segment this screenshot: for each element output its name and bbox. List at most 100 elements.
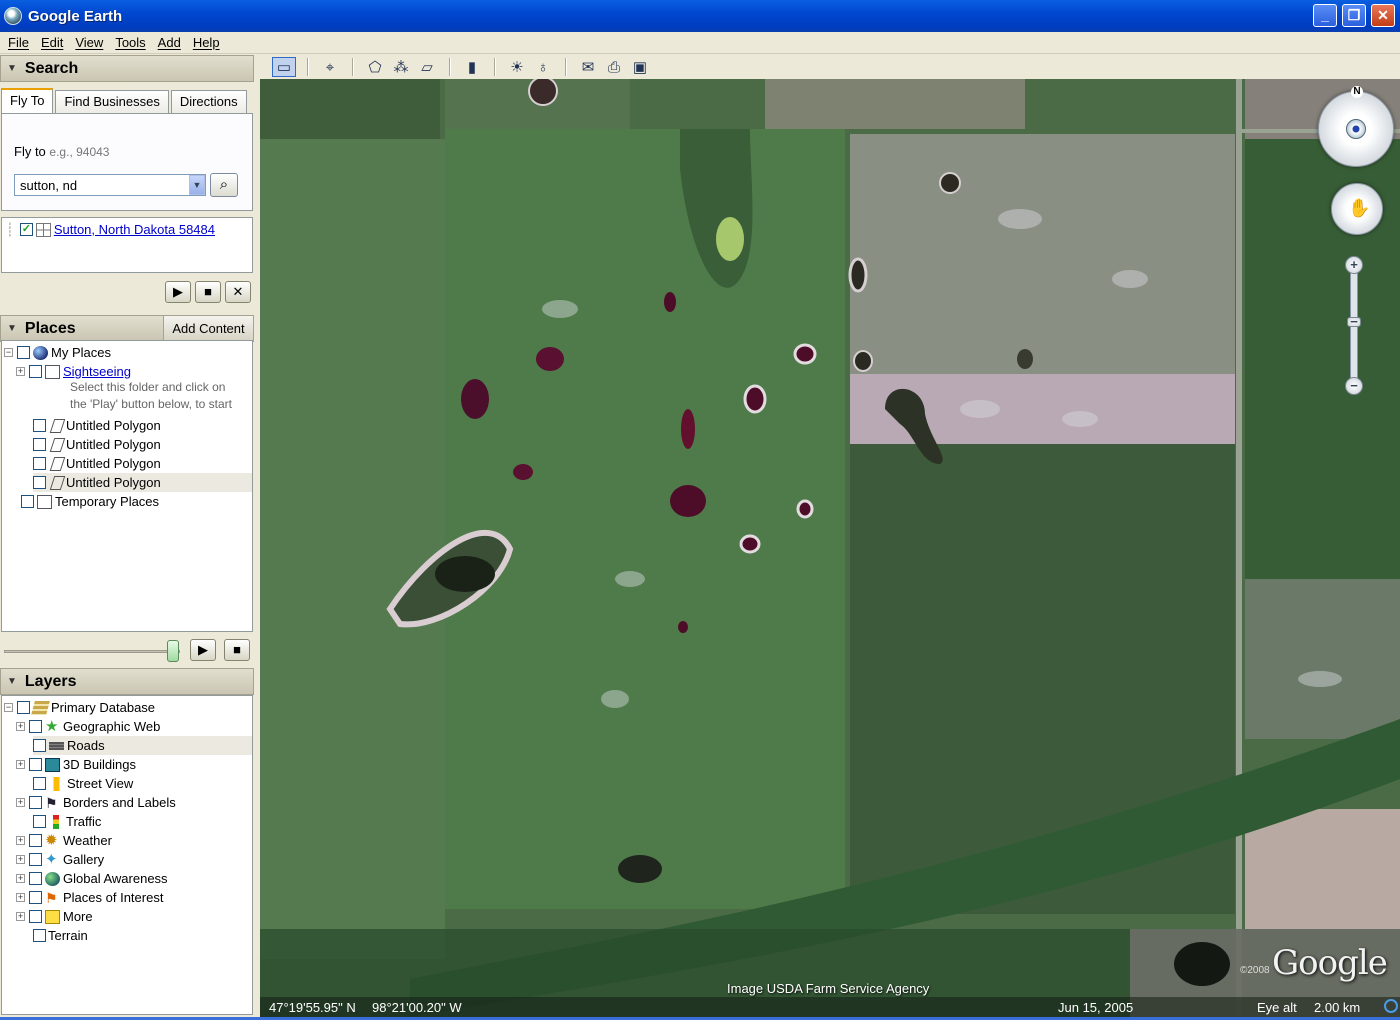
checkbox[interactable] (33, 476, 46, 489)
checkbox[interactable] (21, 495, 34, 508)
checkbox[interactable] (29, 796, 42, 809)
layer-roads[interactable]: Roads (33, 736, 252, 755)
checkbox[interactable] (29, 720, 42, 733)
minimize-button[interactable]: _ (1313, 4, 1337, 27)
add-placemark-icon[interactable]: ⌖ (319, 57, 341, 77)
menu-view[interactable]: View (75, 35, 103, 50)
checkbox[interactable] (33, 777, 46, 790)
checkbox[interactable] (29, 834, 42, 847)
expand-toggle-icon[interactable]: + (16, 367, 25, 376)
email-icon[interactable]: ✉ (577, 57, 599, 77)
planet-icon[interactable]: ♁ (532, 57, 554, 77)
layer-more[interactable]: + More (16, 907, 93, 926)
zoom-slider-thumb[interactable]: − (1347, 315, 1361, 328)
add-overlay-icon[interactable]: ▱ (416, 57, 438, 77)
tour-slider-thumb[interactable] (167, 640, 179, 662)
tour-slider-track[interactable] (4, 650, 180, 653)
layer-weather[interactable]: + ✹ Weather (16, 831, 112, 850)
menu-help[interactable]: Help (193, 35, 220, 50)
checkbox[interactable] (33, 438, 46, 451)
checkbox[interactable] (33, 419, 46, 432)
tour-stop-button[interactable]: ■ (224, 639, 250, 661)
expand-toggle-icon[interactable]: + (16, 874, 25, 883)
tree-item-my-places[interactable]: − My Places (4, 343, 111, 362)
tab-fly-to[interactable]: Fly To (1, 88, 54, 113)
checkbox[interactable] (29, 872, 42, 885)
stop-button[interactable]: ■ (195, 281, 221, 303)
look-navigator[interactable]: N (1318, 86, 1394, 167)
checkbox[interactable] (29, 910, 42, 923)
tab-find-businesses[interactable]: Find Businesses (55, 90, 169, 113)
checkbox[interactable] (29, 365, 42, 378)
search-panel-header[interactable]: ▼ Search (0, 55, 254, 82)
sightseeing-link[interactable]: Sightseeing (63, 364, 131, 379)
layer-places-of-interest[interactable]: + ⚑ Places of Interest (16, 888, 163, 907)
tree-item-label: Gallery (63, 852, 105, 867)
collapse-toggle-icon[interactable]: − (4, 348, 13, 357)
tree-item-polygon[interactable]: Untitled Polygon (33, 435, 161, 454)
checkbox[interactable] (33, 815, 46, 828)
tab-directions[interactable]: Directions (170, 90, 247, 113)
result-checkbox[interactable]: ✓ (19, 223, 33, 236)
expand-toggle-icon[interactable]: + (16, 893, 25, 902)
zoom-out-button[interactable]: − (1345, 377, 1363, 395)
clear-results-button[interactable]: ✕ (225, 281, 251, 303)
expand-toggle-icon[interactable]: + (16, 836, 25, 845)
checkbox[interactable] (33, 929, 46, 942)
layers-panel-header[interactable]: ▼ Layers (0, 668, 254, 695)
tree-item-polygon[interactable]: Untitled Polygon (33, 473, 252, 492)
tree-item-polygon[interactable]: Untitled Polygon (33, 416, 161, 435)
map-view[interactable]: N ✋ + − − Image USDA Farm Service Agency… (260, 79, 1400, 1017)
checkbox[interactable] (29, 891, 42, 904)
layer-gallery[interactable]: + ✦ Gallery (16, 850, 104, 869)
result-link[interactable]: Sutton, North Dakota 58484 (54, 222, 215, 237)
checkbox[interactable] (17, 346, 30, 359)
layer-borders-and-labels[interactable]: + ⚑ Borders and Labels (16, 793, 176, 812)
expand-toggle-icon[interactable]: + (16, 855, 25, 864)
collapse-toggle-icon[interactable]: − (4, 703, 13, 712)
tree-item-temporary-places[interactable]: Temporary Places (21, 492, 159, 511)
add-path-icon[interactable]: ⁂ (390, 57, 412, 77)
layer-street-view[interactable]: Street View (33, 774, 133, 793)
expand-toggle-icon[interactable]: + (16, 798, 25, 807)
search-button[interactable]: ⌕ (210, 173, 238, 197)
move-navigator[interactable]: ✋ (1331, 183, 1383, 235)
checkbox[interactable] (33, 739, 46, 752)
expand-toggle-icon[interactable]: + (16, 912, 25, 921)
close-window-button[interactable]: ✕ (1371, 4, 1395, 27)
expand-toggle-icon[interactable]: + (16, 722, 25, 731)
google-maps-icon[interactable]: ▣ (629, 57, 651, 77)
zoom-in-button[interactable]: + (1345, 256, 1363, 274)
ruler-icon[interactable]: ▮ (461, 57, 483, 77)
sidebar-toggle-icon[interactable]: ▭ (272, 57, 296, 77)
checkbox[interactable] (17, 701, 30, 714)
print-icon[interactable]: ⎙ (603, 57, 625, 77)
dropdown-icon[interactable]: ▼ (189, 175, 205, 195)
sunlight-icon[interactable]: ☀ (506, 57, 528, 77)
tree-item-primary-database[interactable]: − Primary Database (4, 698, 155, 717)
add-content-button[interactable]: Add Content (163, 316, 253, 341)
layer-geographic-web[interactable]: + ★ Geographic Web (16, 717, 160, 736)
tree-item-polygon[interactable]: Untitled Polygon (33, 454, 161, 473)
search-input[interactable] (14, 174, 206, 196)
list-item[interactable]: ┊ ✓ Sutton, North Dakota 58484 (6, 220, 215, 239)
toolbar-separator (565, 58, 566, 76)
expand-toggle-icon[interactable]: + (16, 760, 25, 769)
add-polygon-icon[interactable]: ⬠ (364, 57, 386, 77)
menu-tools[interactable]: Tools (115, 35, 145, 50)
play-button[interactable]: ▶ (165, 281, 191, 303)
layer-traffic[interactable]: Traffic (33, 812, 101, 831)
places-panel-header[interactable]: ▼ Places Add Content (0, 315, 254, 342)
layer-terrain[interactable]: Terrain (33, 926, 88, 945)
menu-add[interactable]: Add (158, 35, 181, 50)
menu-edit[interactable]: Edit (41, 35, 63, 50)
layer-global-awareness[interactable]: + Global Awareness (16, 869, 168, 888)
checkbox[interactable] (33, 457, 46, 470)
menu-file[interactable]: File (8, 35, 29, 50)
layer-3d-buildings[interactable]: +3D Buildings (16, 755, 136, 774)
maximize-button[interactable]: ❐ (1342, 4, 1366, 27)
checkbox[interactable] (29, 758, 42, 771)
tour-play-button[interactable]: ▶ (190, 639, 216, 661)
tree-item-label: Terrain (48, 928, 88, 943)
checkbox[interactable] (29, 853, 42, 866)
